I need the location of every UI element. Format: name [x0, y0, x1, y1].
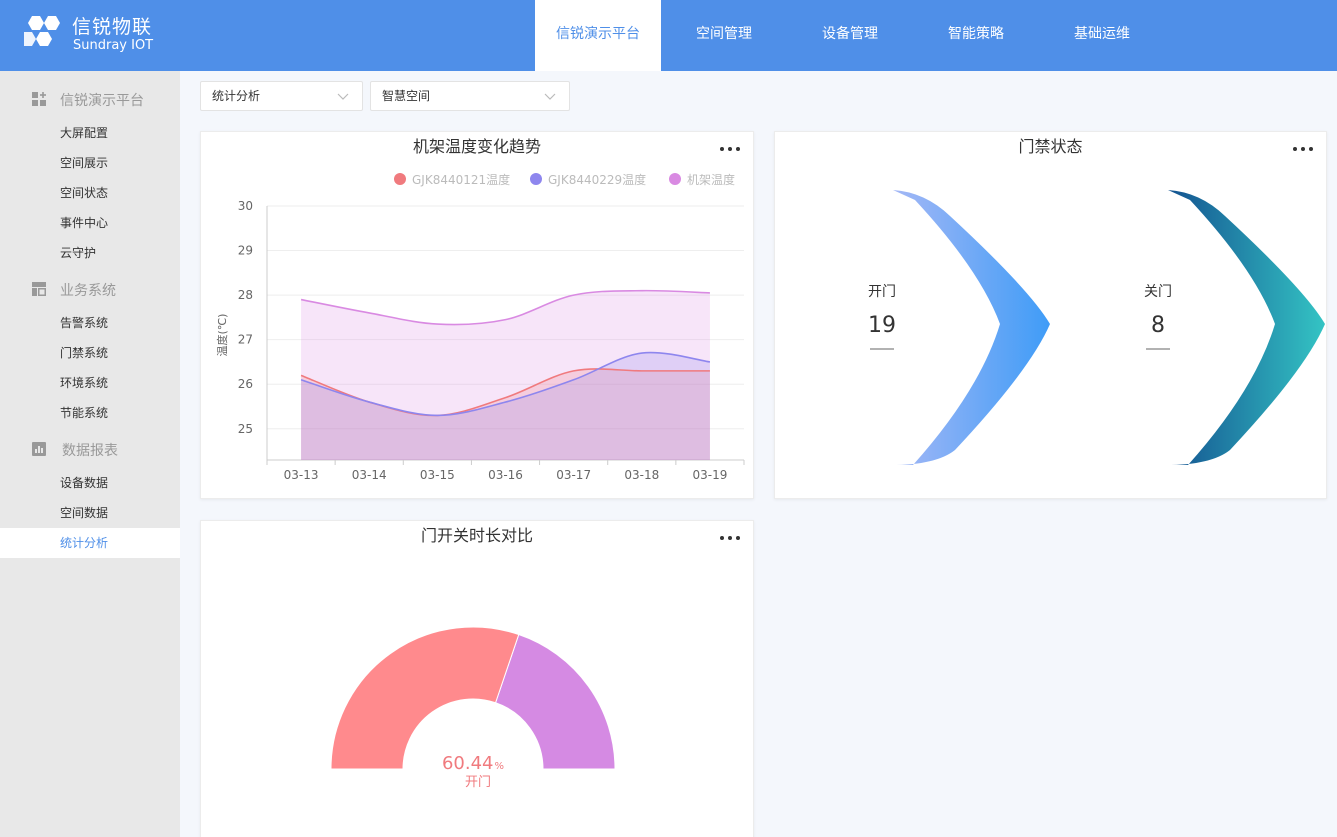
nav-tab-smart-strategy[interactable]: 智能策略 — [913, 0, 1039, 71]
door-close-arc — [1160, 190, 1325, 466]
legend-label: GJK8440121温度 — [412, 172, 510, 187]
x-tick-label: 03-15 — [420, 468, 455, 482]
sidebar-item-access-system[interactable]: 门禁系统 — [0, 338, 180, 368]
brand-name-cn: 信锐物联 — [72, 16, 153, 38]
y-tick-label: 26 — [238, 377, 253, 391]
x-tick-label: 03-18 — [624, 468, 659, 482]
door-open-count: 19 — [868, 313, 896, 338]
sidebar-group-business-system[interactable]: 业务系统 — [0, 271, 180, 307]
door-status-graphic: 开门 19 关门 8 — [868, 190, 1325, 466]
x-tick-label: 03-13 — [284, 468, 319, 482]
gauge-center-label: 开门 — [465, 775, 491, 790]
sidebar-item-environment-system[interactable]: 环境系统 — [0, 368, 180, 398]
legend-label: 机架温度 — [687, 172, 735, 187]
y-tick-label: 29 — [238, 244, 253, 258]
sidebar-item-energy-system[interactable]: 节能系统 — [0, 398, 180, 428]
bar-chart-icon — [32, 442, 46, 456]
nav-tab-device-management[interactable]: 设备管理 — [787, 0, 913, 71]
sidebar-item-device-data[interactable]: 设备数据 — [0, 468, 180, 498]
x-tick-label: 03-16 — [488, 468, 523, 482]
sidebar: 信锐演示平台 大屏配置 空间展示 空间状态 事件中心 云守护 业务系统 告警系统… — [0, 71, 180, 837]
scene-select[interactable]: 智慧空间 — [370, 81, 570, 111]
scene-value: 智慧空间 — [382, 89, 431, 103]
top-header: 信锐物联 Sundray IOT 信锐演示平台 空间管理 设备管理 智能策略 基… — [0, 0, 1337, 71]
sidebar-item-space-display[interactable]: 空间展示 — [0, 148, 180, 178]
report-type-value: 统计分析 — [212, 89, 261, 103]
y-tick-label: 27 — [238, 333, 253, 347]
brand-name-en: Sundray IOT — [73, 38, 154, 53]
sidebar-group-label: 数据报表 — [62, 443, 118, 459]
door-duration-panel: 门开关时长对比 60.44% 开门 — [200, 520, 754, 837]
gauge-segment — [494, 633, 616, 770]
chevron-down-icon — [337, 93, 349, 100]
sidebar-group-demo-platform[interactable]: 信锐演示平台 — [0, 81, 180, 117]
top-nav: 信锐演示平台 空间管理 设备管理 智能策略 基础运维 — [535, 0, 1165, 71]
sidebar-item-space-status[interactable]: 空间状态 — [0, 178, 180, 208]
door-status-panel: 门禁状态 开门 19 关门 8 — [774, 131, 1327, 499]
door-close-label: 关门 — [1144, 284, 1172, 300]
y-axis-label: 温度(℃) — [215, 314, 229, 357]
duration-gauge-chart: 60.44% 开门 — [330, 626, 616, 790]
temperature-line-chart: 25 26 27 28 29 30 03-13 03-14 03-15 03-16 03-17 03-… — [215, 172, 745, 482]
gauge-segment — [330, 626, 520, 770]
x-tick-label: 03-14 — [352, 468, 387, 482]
door-open-label: 开门 — [868, 284, 896, 300]
report-type-select[interactable]: 统计分析 — [200, 81, 363, 111]
sidebar-item-statistics[interactable]: 统计分析 — [0, 528, 180, 558]
legend-marker — [530, 173, 542, 185]
sidebar-group-data-reports[interactable]: 数据报表 — [0, 431, 180, 467]
nav-tab-demo-platform[interactable]: 信锐演示平台 — [535, 0, 661, 71]
apps-grid-icon — [32, 92, 46, 106]
chevron-down-icon — [544, 93, 556, 100]
door-open-arc — [885, 190, 1050, 466]
legend-label: GJK8440229温度 — [548, 172, 646, 187]
sidebar-item-alarm-system[interactable]: 告警系统 — [0, 308, 180, 338]
brand-logo[interactable]: 信锐物联 Sundray IOT — [24, 12, 164, 60]
sidebar-item-cloud-guard[interactable]: 云守护 — [0, 238, 180, 268]
y-tick-label: 25 — [238, 422, 253, 436]
hexagon-logo-icon — [24, 16, 60, 46]
gauge-center-value: 60.44% — [442, 753, 504, 774]
sidebar-group-label: 业务系统 — [60, 283, 116, 299]
sidebar-item-screen-config[interactable]: 大屏配置 — [0, 118, 180, 148]
door-close-count: 8 — [1151, 313, 1165, 338]
x-tick-label: 03-17 — [556, 468, 591, 482]
sidebar-item-event-center[interactable]: 事件中心 — [0, 208, 180, 238]
temperature-trend-panel: 机架温度变化趋势 25 26 27 28 29 30 03-13 03-14 03-15 03-1… — [200, 131, 754, 499]
legend-marker — [394, 173, 406, 185]
nav-tab-space-management[interactable]: 空间管理 — [661, 0, 787, 71]
nav-tab-basic-ops[interactable]: 基础运维 — [1039, 0, 1165, 71]
legend-marker — [669, 173, 681, 185]
x-tick-label: 03-19 — [692, 468, 727, 482]
dashboard-layout-icon — [32, 282, 46, 296]
y-tick-label: 28 — [238, 288, 253, 302]
sidebar-item-space-data[interactable]: 空间数据 — [0, 498, 180, 528]
sidebar-group-label: 信锐演示平台 — [60, 93, 144, 109]
y-tick-label: 30 — [238, 199, 253, 213]
